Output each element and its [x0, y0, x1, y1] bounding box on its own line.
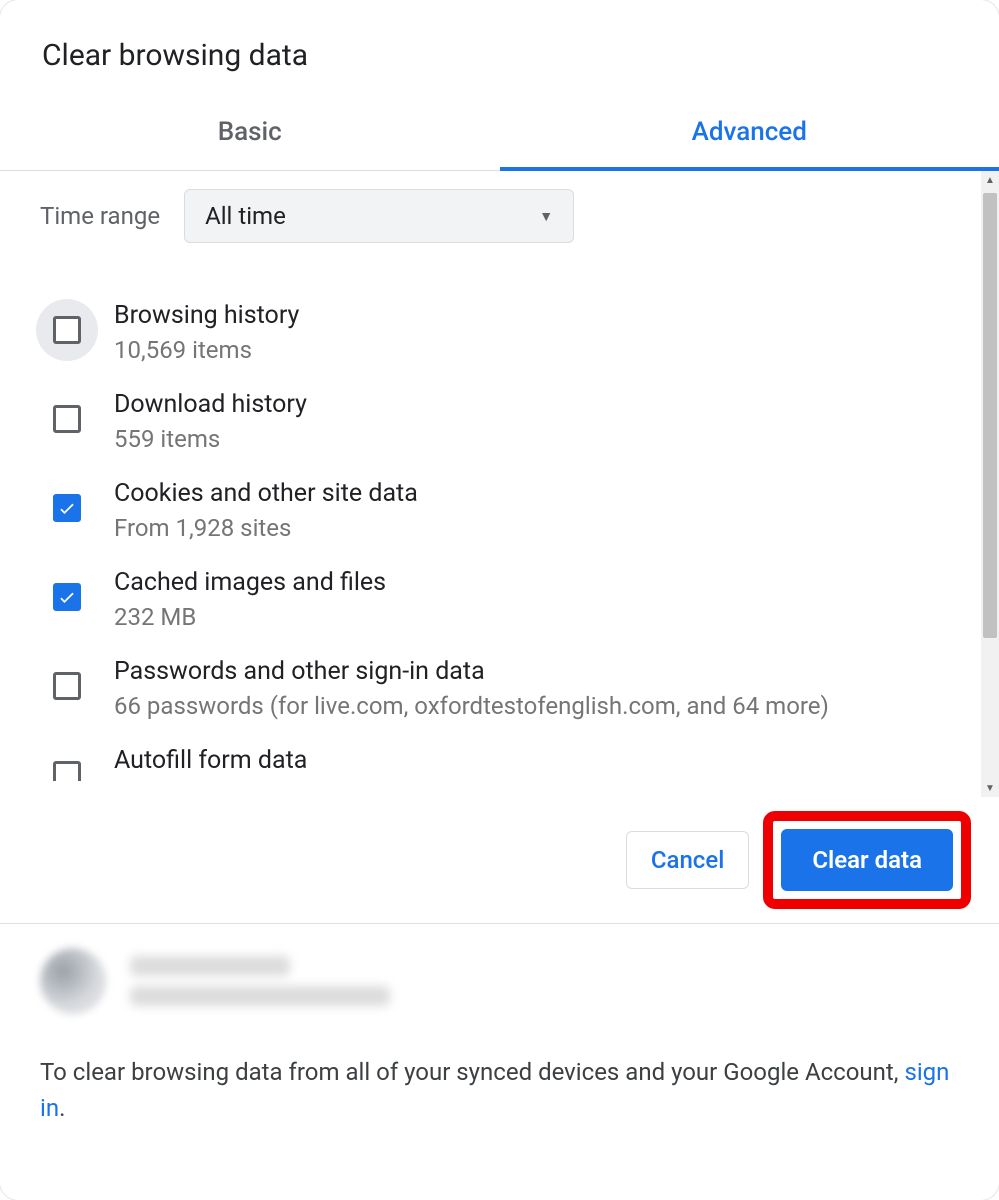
avatar	[40, 948, 106, 1014]
scroll-area: Time range All time ▼ Browsing history	[0, 171, 999, 797]
checkbox-passwords[interactable]	[53, 672, 81, 700]
item-browsing-history[interactable]: Browsing history 10,569 items	[30, 286, 951, 375]
item-text: Browsing history 10,569 items	[114, 297, 299, 364]
tab-basic[interactable]: Basic	[0, 101, 500, 171]
item-sublabel: 559 items	[114, 419, 307, 453]
annotation-highlight: Clear data	[763, 811, 971, 909]
item-passwords[interactable]: Passwords and other sign-in data 66 pass…	[30, 642, 951, 731]
blurred-name	[130, 956, 290, 976]
item-text: Passwords and other sign-in data 66 pass…	[114, 653, 829, 720]
item-label: Cookies and other site data	[114, 475, 418, 508]
footer-note: To clear browsing data from all of your …	[0, 1024, 999, 1166]
item-label: Passwords and other sign-in data	[114, 653, 829, 686]
item-sublabel: 10,569 items	[114, 330, 299, 364]
cancel-button[interactable]: Cancel	[626, 831, 749, 889]
item-label: Download history	[114, 386, 307, 419]
checkbox-cached[interactable]	[53, 583, 81, 611]
item-sublabel: From 1,928 sites	[114, 508, 418, 542]
checkbox-browsing-history[interactable]	[53, 316, 81, 344]
item-sublabel: 2 addresses, 892 other suggestions	[114, 775, 493, 781]
checkbox-wrap	[36, 477, 98, 539]
item-text: Cached images and files 232 MB	[114, 564, 386, 631]
time-range-label: Time range	[40, 202, 160, 230]
scroll-thumb[interactable]	[983, 193, 997, 638]
checkbox-cookies[interactable]	[53, 494, 81, 522]
item-label: Browsing history	[114, 297, 299, 330]
scroll-up-arrow-icon[interactable]: ▲	[981, 171, 999, 189]
time-range-row: Time range All time ▼	[0, 171, 981, 262]
time-range-select[interactable]: All time ▼	[184, 189, 574, 243]
tab-advanced[interactable]: Advanced	[500, 101, 999, 171]
checkbox-wrap	[36, 655, 98, 717]
check-icon	[57, 498, 77, 518]
account-text-blurred	[130, 956, 390, 1006]
dialog-body: Time range All time ▼ Browsing history	[0, 171, 999, 797]
account-area	[0, 923, 999, 1024]
item-cached[interactable]: Cached images and files 232 MB	[30, 553, 951, 642]
scroll-down-arrow-icon[interactable]: ▼	[981, 779, 999, 797]
checkbox-wrap	[36, 566, 98, 628]
footer-text-a: To clear browsing data from all of your …	[40, 1058, 904, 1086]
item-cookies[interactable]: Cookies and other site data From 1,928 s…	[30, 464, 951, 553]
blurred-email	[130, 986, 390, 1006]
time-range-value: All time	[205, 202, 286, 230]
checkbox-wrap	[36, 744, 98, 781]
checkbox-download-history[interactable]	[53, 405, 81, 433]
dialog-button-row: Cancel Clear data	[0, 797, 999, 923]
item-label: Autofill form data	[114, 742, 493, 775]
vertical-scrollbar[interactable]: ▲ ▼	[981, 171, 999, 797]
checkbox-wrap	[36, 299, 98, 361]
footer-text-b: .	[59, 1094, 65, 1122]
clear-browsing-data-dialog: Clear browsing data Basic Advanced Time …	[0, 0, 999, 1200]
item-sublabel: 66 passwords (for live.com, oxfordtestof…	[114, 686, 829, 720]
item-download-history[interactable]: Download history 559 items	[30, 375, 951, 464]
data-type-list: Browsing history 10,569 items Download h…	[0, 262, 981, 781]
item-text: Download history 559 items	[114, 386, 307, 453]
chevron-down-icon: ▼	[539, 208, 553, 225]
item-label: Cached images and files	[114, 564, 386, 597]
item-text: Cookies and other site data From 1,928 s…	[114, 475, 418, 542]
item-autofill[interactable]: Autofill form data 2 addresses, 892 othe…	[30, 731, 951, 781]
dialog-title: Clear browsing data	[0, 0, 999, 101]
tab-bar: Basic Advanced	[0, 101, 999, 171]
checkbox-wrap	[36, 388, 98, 450]
item-sublabel: 232 MB	[114, 597, 386, 631]
checkbox-autofill[interactable]	[53, 761, 81, 781]
item-text: Autofill form data 2 addresses, 892 othe…	[114, 742, 493, 781]
check-icon	[57, 587, 77, 607]
clear-data-button[interactable]: Clear data	[781, 829, 953, 891]
